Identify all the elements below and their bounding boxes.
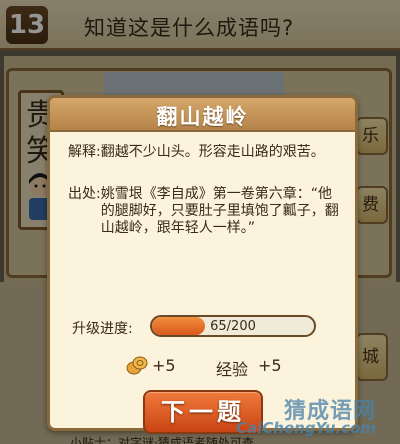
exp-reward: +5 (258, 356, 282, 375)
reward-row: +5 经验 +5 (50, 353, 355, 379)
dialog-body: 解释: 翻越不少山头。形容走山路的艰苦。 出处: 姚雪垠《李自成》第一卷第六章：… (50, 134, 355, 434)
level-progress: 升级进度: 65/200 (72, 315, 342, 339)
explanation-block: 解释: 翻越不少山头。形容走山路的艰苦。 (68, 144, 340, 161)
source-label: 出处: (68, 186, 101, 202)
gold-coin-icon (126, 356, 148, 375)
progress-label: 升级进度: (72, 321, 133, 337)
explanation-text: 翻越不少山头。形容走山路的艰苦。 (100, 144, 325, 160)
idiom-result-dialog: 翻山越岭 解释: 翻越不少山头。形容走山路的艰苦。 出处: 姚雪垠《李自成》第一… (47, 95, 358, 434)
source-text: 姚雪垠《李自成》第一卷第六章：“他的腿脚好，只要肚子里填饱了瓤子，翻山越岭，跟年… (100, 186, 339, 236)
source-block: 出处: 姚雪垠《李自成》第一卷第六章：“他的腿脚好，只要肚子里填饱了瓤子，翻山越… (68, 186, 340, 237)
coin-reward: +5 (152, 356, 176, 375)
dialog-header: 翻山越岭 (50, 98, 355, 132)
exp-label: 经验 (216, 360, 249, 379)
progress-text: 65/200 (210, 319, 256, 334)
explanation-label: 解释: (68, 144, 101, 160)
progress-bar: 65/200 (150, 315, 316, 337)
watermark-url: CaiChengYu.com (236, 419, 376, 437)
idiom-title: 翻山越岭 (156, 105, 249, 129)
